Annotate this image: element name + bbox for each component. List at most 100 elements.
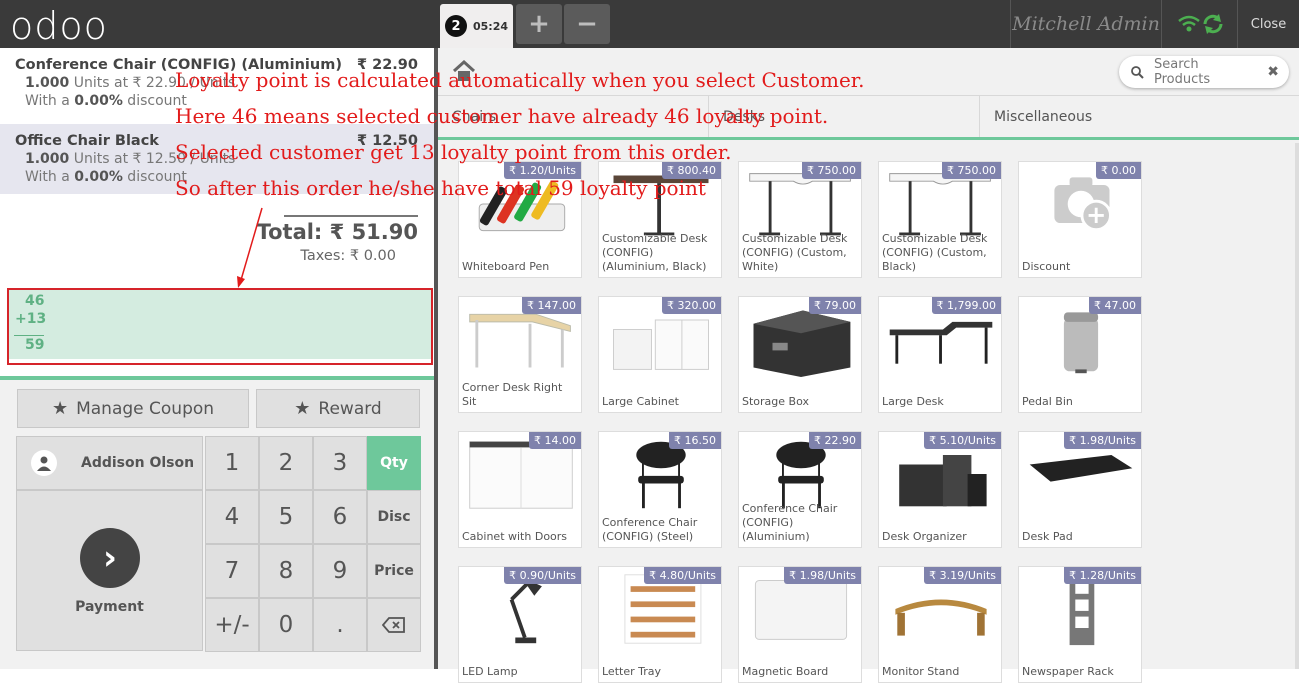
- product-price: ₹ 79.00: [809, 297, 861, 314]
- product-card[interactable]: ₹ 1.28/Units Newspaper Rack: [1018, 566, 1142, 683]
- summary-divider: [284, 215, 418, 217]
- user-icon: [31, 450, 57, 476]
- numpad-key-4[interactable]: 4: [205, 490, 259, 544]
- order-time: 05:24: [473, 19, 509, 33]
- backspace-button[interactable]: [367, 598, 421, 652]
- annotation-text: Loyalty point is calculated automaticall…: [175, 62, 865, 206]
- manage-coupon-button[interactable]: ★ Manage Coupon: [17, 389, 249, 428]
- remove-order-button[interactable]: −: [564, 4, 610, 44]
- product-card[interactable]: ₹ 1.98/Units Magnetic Board: [738, 566, 862, 683]
- product-card[interactable]: ₹ 47.00 Pedal Bin: [1018, 296, 1142, 413]
- product-card[interactable]: ₹ 1,799.00 Large Desk: [878, 296, 1002, 413]
- product-name: Desk Organizer: [882, 530, 967, 543]
- product-name: Large Desk: [882, 395, 944, 408]
- product-name: Whiteboard Pen: [462, 260, 550, 273]
- add-order-button[interactable]: +: [516, 4, 562, 44]
- product-price: ₹ 16.50: [669, 432, 721, 449]
- annotation-highlight-box: [7, 288, 433, 365]
- product-name: Customizable Desk (CONFIG) (Aluminium, B…: [602, 232, 708, 273]
- product-name: Conference Chair (CONFIG) (Steel): [602, 516, 698, 543]
- product-price: ₹ 1.98/Units: [784, 567, 861, 584]
- product-card[interactable]: ₹ 5.10/Units Desk Organizer: [878, 431, 1002, 548]
- product-card[interactable]: ₹ 22.90 Conference Chair (CONFIG) (Alumin…: [738, 431, 862, 548]
- order-total: Total: ₹ 51.90: [256, 220, 418, 244]
- product-card[interactable]: ₹ 16.50 Conference Chair (CONFIG) (Steel): [598, 431, 722, 548]
- product-card[interactable]: ₹ 750.00 Customizable Desk (CONFIG) (Cust…: [878, 161, 1002, 278]
- product-grid: ₹ 1.20/Units Whiteboard Pen ₹ 800.40 Custom…: [438, 143, 1299, 683]
- status-icons: [1175, 12, 1225, 36]
- category-miscellaneous[interactable]: Miscellaneous: [980, 96, 1299, 137]
- product-card[interactable]: ₹ 79.00 Storage Box: [738, 296, 862, 413]
- customer-button[interactable]: Addison Olson: [16, 436, 203, 490]
- manage-coupon-label: Manage Coupon: [76, 398, 215, 419]
- product-name: Customizable Desk (CONFIG) (Custom, Whit…: [742, 232, 848, 273]
- chevron-right-icon: ›: [80, 528, 140, 588]
- product-card[interactable]: ₹ 147.00 Corner Desk Right Sit: [458, 296, 582, 413]
- customer-name: Addison Olson: [81, 455, 195, 471]
- product-card[interactable]: ₹ 1.98/Units Desk Pad: [1018, 431, 1142, 548]
- order-tab[interactable]: 2 05:24: [440, 4, 513, 48]
- numpad-key-1[interactable]: 1: [205, 436, 259, 490]
- numpad-key-7[interactable]: 7: [205, 544, 259, 598]
- close-button[interactable]: Close: [1237, 0, 1299, 48]
- annotation-line: Selected customer get 13 loyalty point f…: [175, 140, 732, 164]
- product-name: Letter Tray: [602, 665, 661, 678]
- product-card[interactable]: ₹ 4.80/Units Letter Tray: [598, 566, 722, 683]
- product-price: ₹ 750.00: [942, 162, 1001, 179]
- payment-button[interactable]: › Payment: [16, 490, 203, 651]
- pane-divider: [0, 376, 434, 380]
- user-name: Mitchell Admin: [1010, 0, 1162, 48]
- product-name: Customizable Desk (CONFIG) (Custom, Blac…: [882, 232, 988, 273]
- product-card[interactable]: ₹ 320.00 Large Cabinet: [598, 296, 722, 413]
- mode-qty-button[interactable]: Qty: [367, 436, 421, 490]
- odoo-logo: odoo: [10, 4, 108, 48]
- search-box[interactable]: Search Products ✖: [1119, 56, 1289, 88]
- search-input[interactable]: Search Products: [1154, 57, 1257, 87]
- mode-price-button[interactable]: Price: [367, 544, 421, 598]
- product-price: ₹ 22.90: [809, 432, 861, 449]
- backspace-icon: [382, 617, 405, 633]
- product-name: Discount: [1022, 260, 1071, 273]
- numpad-key-2[interactable]: 2: [259, 436, 313, 490]
- product-card[interactable]: ₹ 14.00 Cabinet with Doors: [458, 431, 582, 548]
- payment-label: Payment: [75, 599, 144, 615]
- product-price: ₹ 4.80/Units: [644, 567, 721, 584]
- product-name: LED Lamp: [462, 665, 518, 678]
- product-name: Corner Desk Right Sit: [462, 381, 563, 408]
- star-icon: ★: [51, 398, 69, 419]
- product-price: ₹ 1.98/Units: [1064, 432, 1141, 449]
- annotation-line: So after this order he/she have total 59…: [175, 176, 706, 200]
- product-price: ₹ 0.90/Units: [504, 567, 581, 584]
- product-name: Large Cabinet: [602, 395, 679, 408]
- numpad-key-5[interactable]: 5: [259, 490, 313, 544]
- reward-label: Reward: [318, 398, 382, 419]
- product-price: ₹ 5.10/Units: [924, 432, 1001, 449]
- clear-icon[interactable]: ✖: [1267, 64, 1279, 80]
- product-name: Newspaper Rack: [1022, 665, 1114, 678]
- product-card[interactable]: ₹ 0.90/Units LED Lamp: [458, 566, 582, 683]
- star-icon: ★: [294, 398, 311, 419]
- scrollbar[interactable]: [1295, 143, 1299, 669]
- product-name: Desk Pad: [1022, 530, 1073, 543]
- numpad-key-9[interactable]: 9: [313, 544, 367, 598]
- product-price: ₹ 3.19/Units: [924, 567, 1001, 584]
- order-number-badge: 2: [445, 15, 467, 37]
- reward-button[interactable]: ★ Reward: [256, 389, 420, 428]
- product-name: Storage Box: [742, 395, 809, 408]
- product-card[interactable]: ₹ 0.00 Discount: [1018, 161, 1142, 278]
- product-price: ₹ 1,799.00: [931, 297, 1001, 314]
- numpad-key-dot[interactable]: .: [313, 598, 367, 652]
- numpad-key-6[interactable]: 6: [313, 490, 367, 544]
- search-icon: [1131, 65, 1144, 79]
- numpad-key-sign[interactable]: +/-: [205, 598, 259, 652]
- annotation-line: Loyalty point is calculated automaticall…: [175, 68, 865, 92]
- numpad-key-8[interactable]: 8: [259, 544, 313, 598]
- product-price: ₹ 14.00: [529, 432, 581, 449]
- product-card[interactable]: ₹ 3.19/Units Monitor Stand: [878, 566, 1002, 683]
- mode-disc-button[interactable]: Disc: [367, 490, 421, 544]
- numpad-key-0[interactable]: 0: [259, 598, 313, 652]
- product-price: ₹ 1.28/Units: [1064, 567, 1141, 584]
- numpad-key-3[interactable]: 3: [313, 436, 367, 490]
- product-price: ₹ 0.00: [1096, 162, 1141, 179]
- annotation-line: Here 46 means selected customer have alr…: [175, 104, 829, 128]
